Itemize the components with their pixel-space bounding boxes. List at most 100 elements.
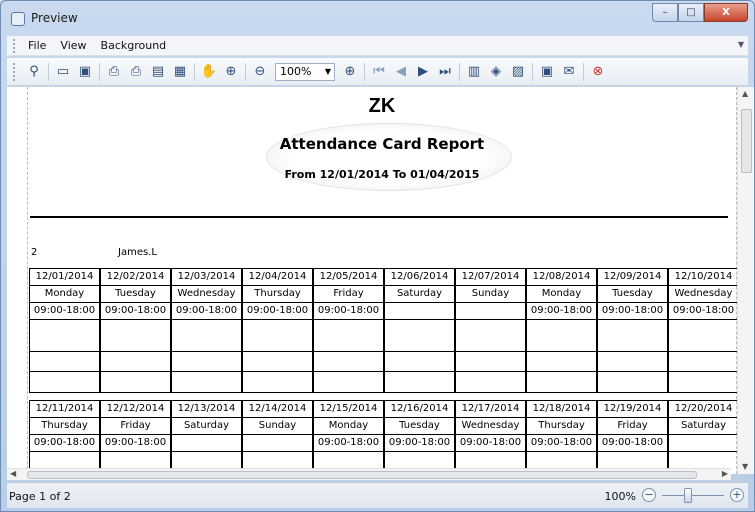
day-name-cell: Monday — [314, 418, 383, 435]
zoom-slider-thumb[interactable] — [684, 488, 692, 503]
preview-window: Preview – □ X File View Background ▼ ⚲ ▭… — [0, 0, 755, 512]
day-date-cell: 12/05/2014 — [314, 269, 383, 286]
open-folder-icon[interactable]: ▭ — [53, 62, 73, 82]
menu-file[interactable]: File — [21, 39, 53, 52]
day-date-cell: 12/04/2014 — [243, 269, 312, 286]
title-bar: Preview – □ X — [1, 1, 754, 33]
day-name-cell: Monday — [527, 286, 596, 303]
horizontal-scroll-thumb[interactable] — [27, 471, 697, 479]
day-column: 12/13/2014 Saturday — [171, 400, 242, 474]
zoom-combobox[interactable]: 100% ▼ — [275, 62, 335, 81]
menubar-overflow-icon[interactable]: ▼ — [738, 40, 744, 49]
empty-record-cell — [314, 320, 383, 352]
day-column: 12/02/2014 Tuesday 09:00-18:00 — [100, 268, 171, 393]
day-column: 12/06/2014 Saturday — [384, 268, 455, 393]
magnifier-icon[interactable]: ⊕ — [221, 62, 241, 82]
day-date-cell: 12/03/2014 — [172, 269, 241, 286]
watermark-icon[interactable]: ▨ — [508, 62, 528, 82]
day-name-cell: Friday — [101, 418, 170, 435]
chevron-down-icon: ▼ — [324, 66, 331, 76]
day-name-cell: Wednesday — [456, 418, 525, 435]
scroll-up-icon[interactable]: ▲ — [742, 89, 748, 98]
day-date-cell: 12/18/2014 — [527, 401, 596, 418]
toolbar-separator — [99, 62, 100, 81]
close-button[interactable]: X — [704, 3, 748, 22]
empty-record-cell — [101, 320, 170, 352]
multiple-pages-icon[interactable]: ▥ — [464, 62, 484, 82]
scroll-left-icon[interactable]: ◀ — [10, 469, 16, 478]
export-icon[interactable]: ▦ — [170, 62, 190, 82]
export-document-icon[interactable]: ▣ — [537, 62, 557, 82]
day-name-cell: Sunday — [456, 286, 525, 303]
close-preview-icon[interactable]: ⊗ — [588, 62, 608, 82]
day-column: 12/17/2014 Wednesday 09:00-18:00 — [455, 400, 526, 474]
zoom-slider-track[interactable] — [662, 495, 724, 496]
day-name-cell: Friday — [598, 418, 667, 435]
window-controls: – □ X — [652, 3, 748, 23]
toolbar-separator — [194, 62, 195, 81]
toolbar-separator — [532, 62, 533, 81]
empty-record-cell — [30, 352, 99, 372]
empty-record-cell — [101, 372, 170, 392]
day-shift-cell: 09:00-18:00 — [456, 435, 525, 452]
preview-app-icon — [11, 12, 25, 26]
vertical-scroll-thumb[interactable] — [741, 109, 752, 173]
prev-page-icon[interactable]: ◀ — [391, 62, 411, 82]
empty-record-cell — [669, 352, 738, 372]
hand-tool-icon[interactable]: ✋ — [199, 62, 219, 82]
binoculars-icon[interactable]: ⚲ — [24, 62, 44, 82]
menu-view[interactable]: View — [53, 39, 93, 52]
zoom-out-icon[interactable]: ⊖ — [250, 62, 270, 82]
zoom-in-icon[interactable]: ⊕ — [340, 62, 360, 82]
menubar-grip[interactable] — [13, 38, 21, 53]
last-page-icon[interactable]: ⏭ — [435, 62, 455, 82]
day-shift-cell: 09:00-18:00 — [598, 435, 667, 452]
page-indicator: Page 1 of 2 — [9, 490, 71, 503]
day-date-cell: 12/08/2014 — [527, 269, 596, 286]
empty-record-cell — [527, 372, 596, 392]
maximize-button[interactable]: □ — [678, 3, 704, 22]
day-column: 12/09/2014 Tuesday 09:00-18:00 — [597, 268, 668, 393]
day-shift-cell: 09:00-18:00 — [101, 435, 170, 452]
day-column: 12/11/2014 Thursday 09:00-18:00 — [29, 400, 100, 474]
menu-background[interactable]: Background — [94, 39, 174, 52]
empty-record-cell — [598, 320, 667, 352]
minimize-button[interactable]: – — [652, 3, 678, 22]
page-setup-icon[interactable]: ⎙ — [104, 62, 124, 82]
day-shift-cell: 09:00-18:00 — [172, 303, 241, 320]
day-date-cell: 12/01/2014 — [30, 269, 99, 286]
zoom-plus-icon[interactable]: + — [730, 488, 744, 502]
first-page-icon[interactable]: ⏮ — [369, 62, 389, 82]
color-icon[interactable]: ◈ — [486, 62, 506, 82]
day-name-cell: Tuesday — [598, 286, 667, 303]
day-date-cell: 12/11/2014 — [30, 401, 99, 418]
day-shift-cell: 09:00-18:00 — [30, 435, 99, 452]
print-icon[interactable]: ⎙ — [126, 62, 146, 82]
save-icon[interactable]: ▣ — [75, 62, 95, 82]
day-name-cell: Wednesday — [172, 286, 241, 303]
print-preview-icon[interactable]: ▤ — [148, 62, 168, 82]
day-date-cell: 12/12/2014 — [101, 401, 170, 418]
day-date-cell: 12/13/2014 — [172, 401, 241, 418]
day-shift-cell — [172, 435, 241, 452]
day-date-cell: 12/10/2014 — [669, 269, 738, 286]
send-email-icon[interactable]: ✉ — [559, 62, 579, 82]
vertical-scrollbar[interactable]: ▲ ▼ — [737, 87, 754, 474]
toolbar-grip[interactable] — [13, 62, 19, 81]
toolbar-separator — [48, 62, 49, 81]
day-column: 12/20/2014 Saturday — [668, 400, 739, 474]
scroll-right-icon[interactable]: ▶ — [722, 469, 728, 478]
day-name-cell: Tuesday — [101, 286, 170, 303]
day-column: 12/07/2014 Sunday — [455, 268, 526, 393]
day-shift-cell: 09:00-18:00 — [527, 303, 596, 320]
scroll-down-icon[interactable]: ▼ — [742, 462, 748, 471]
horizontal-scrollbar[interactable]: ◀ ▶ — [7, 468, 731, 480]
day-date-cell: 12/17/2014 — [456, 401, 525, 418]
empty-record-cell — [527, 320, 596, 352]
zoom-minus-icon[interactable]: − — [642, 488, 656, 502]
next-page-icon[interactable]: ▶ — [413, 62, 433, 82]
day-date-cell: 12/02/2014 — [101, 269, 170, 286]
document-viewport[interactable]: ZK Attendance Card Report From 12/01/201… — [7, 87, 748, 474]
day-column: 12/14/2014 Sunday — [242, 400, 313, 474]
day-date-cell: 12/19/2014 — [598, 401, 667, 418]
